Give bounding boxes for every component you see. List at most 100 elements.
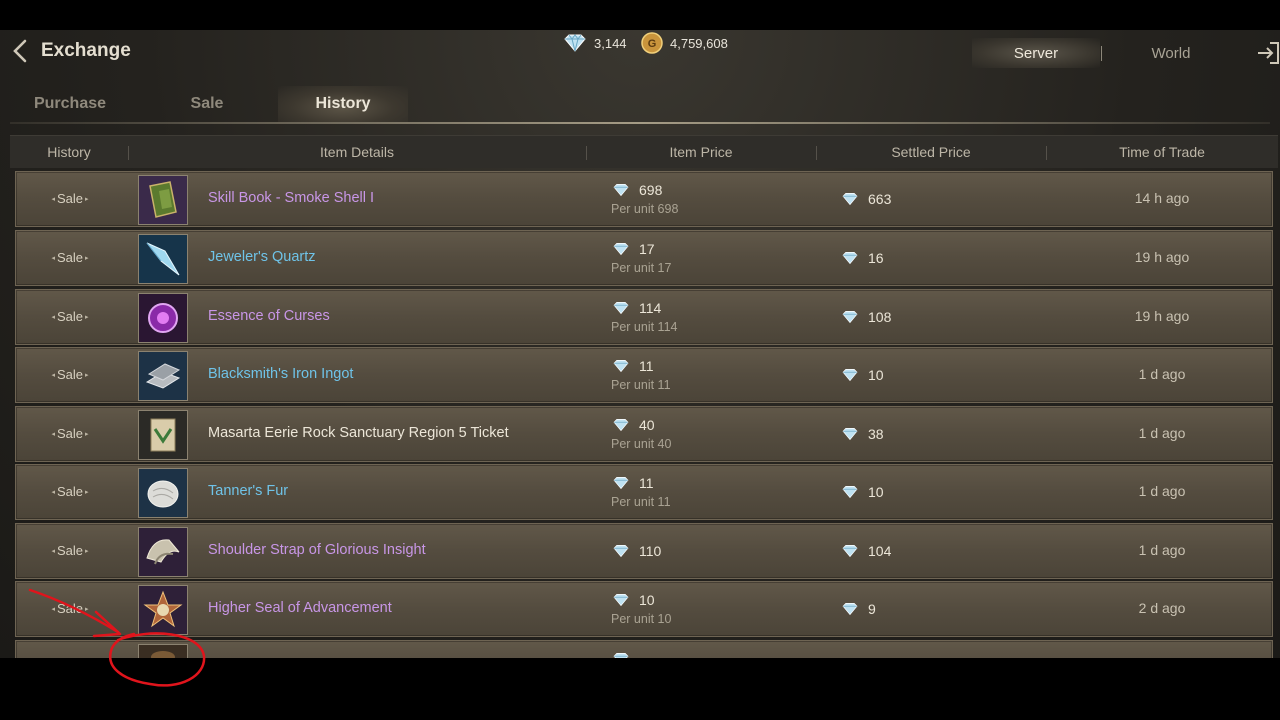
col-settled-price: Settled Price	[891, 144, 971, 160]
quartz-icon[interactable]	[138, 234, 188, 284]
settled-value: 9	[868, 601, 876, 617]
scope-divider	[1101, 46, 1102, 61]
col-time-of-trade: Time of Trade	[1119, 144, 1205, 160]
history-label: Sale	[56, 309, 84, 324]
diamond-icon	[842, 545, 858, 558]
ticket-icon[interactable]	[138, 410, 188, 460]
item-price: 40 Per unit 40	[611, 416, 811, 451]
table-header: History Item Details Item Price Settled …	[10, 135, 1278, 168]
gold-count: 4,759,608	[670, 35, 728, 51]
diamond-icon	[842, 428, 858, 441]
diamond-icon	[842, 603, 858, 616]
essence-orb-icon[interactable]	[138, 293, 188, 343]
per-unit-price: Per unit 17	[611, 261, 672, 275]
gold-balance: G 4,759,608	[640, 32, 728, 54]
settled-value: 38	[868, 426, 884, 442]
item-price: 114 Per unit 114	[611, 299, 811, 334]
chevron-left-icon[interactable]	[10, 38, 32, 64]
item-price: 110	[611, 542, 811, 560]
history-type: ◂ Sale ▸	[51, 601, 89, 616]
history-type: ◂ Sale ▸	[51, 543, 89, 558]
price-value: 698	[639, 182, 663, 198]
trade-time: 14 h ago	[1134, 190, 1190, 206]
settled-value: 10	[868, 367, 884, 383]
history-label: Sale	[56, 367, 84, 382]
settled-price: 104	[840, 542, 891, 560]
seal-icon[interactable]	[138, 585, 188, 635]
per-unit-price: Per unit 10	[611, 612, 672, 626]
item-price: 10 Per unit 10	[611, 591, 811, 626]
settled-value: 10	[868, 484, 884, 500]
history-label: Sale	[56, 601, 84, 616]
diamond-icon	[613, 594, 629, 607]
tab-sale[interactable]: Sale	[160, 86, 254, 122]
trade-time: 1 d ago	[1138, 483, 1186, 499]
table-row[interactable]	[15, 640, 1273, 658]
tab-underline	[10, 122, 1270, 124]
col-history: History	[47, 144, 91, 160]
gold-coin-icon: G	[641, 32, 663, 54]
diamond-icon	[564, 34, 586, 52]
item-price: 11 Per unit 11	[611, 357, 811, 392]
table-row[interactable]: ◂ Sale ▸ Tanner's Fur 11 Per unit 11 10 1 …	[15, 464, 1273, 520]
tab-history[interactable]: History	[278, 86, 408, 122]
item-name[interactable]: Shoulder Strap of Glorious Insight	[208, 542, 426, 558]
item-name[interactable]: Tanner's Fur	[208, 483, 288, 499]
item-name[interactable]: Masarta Eerie Rock Sanctuary Region 5 Ti…	[208, 425, 509, 441]
exit-icon[interactable]	[1256, 40, 1280, 66]
skill-book-icon[interactable]	[138, 175, 188, 225]
shoulder-armor-icon[interactable]	[138, 527, 188, 577]
table-row[interactable]: ◂ Sale ▸ Masarta Eerie Rock Sanctuary Regi…	[15, 406, 1273, 462]
table-row[interactable]: ◂ Sale ▸ Skill Book - Smoke Shell I 698 Pe…	[15, 171, 1273, 227]
diamond-icon	[842, 193, 858, 206]
per-unit-price: Per unit 114	[611, 320, 678, 334]
per-unit-price: Per unit 698	[611, 202, 679, 216]
diamond-icon	[613, 419, 629, 432]
table-row[interactable]: ◂ Sale ▸ Blacksmith's Iron Ingot 11 Per un…	[15, 347, 1273, 403]
price-value: 10	[639, 592, 655, 608]
table-row[interactable]: ◂ Sale ▸ Jeweler's Quartz 17 Per unit 17 1…	[15, 230, 1273, 286]
diamond-icon	[842, 252, 858, 265]
item-price: 11 Per unit 11	[611, 474, 811, 509]
price-value: 110	[639, 543, 662, 559]
history-label: Sale	[56, 484, 84, 499]
table-row[interactable]: ◂ Sale ▸ Essence of Curses 114 Per unit 11…	[15, 289, 1273, 345]
item-name[interactable]: Skill Book - Smoke Shell I	[208, 190, 374, 206]
item-name[interactable]: Blacksmith's Iron Ingot	[208, 366, 353, 382]
iron-ingot-icon[interactable]	[138, 351, 188, 401]
world-toggle[interactable]: World	[1104, 38, 1238, 68]
item-price: 17 Per unit 17	[611, 240, 811, 275]
diamond-icon	[842, 311, 858, 324]
price-value: 40	[639, 417, 655, 433]
exchange-window: Exchange 3,144 G 4,759,608 Server World …	[0, 30, 1280, 658]
trade-time: 1 d ago	[1138, 425, 1186, 441]
item-name[interactable]: Higher Seal of Advancement	[208, 600, 392, 616]
page-title: Exchange	[41, 40, 131, 61]
history-label: Sale	[56, 191, 84, 206]
diamond-icon	[613, 184, 629, 197]
diamond-icon	[613, 477, 629, 490]
partial-item-icon[interactable]	[138, 644, 188, 658]
settled-value: 16	[868, 250, 884, 266]
fur-icon[interactable]	[138, 468, 188, 518]
price-value: 114	[639, 300, 662, 316]
col-item-price: Item Price	[669, 144, 733, 160]
item-price: 698 Per unit 698	[611, 181, 811, 216]
server-toggle[interactable]: Server	[972, 38, 1100, 68]
table-row[interactable]: ◂ Sale ▸ Shoulder Strap of Glorious Insigh…	[15, 523, 1273, 579]
item-name[interactable]: Jeweler's Quartz	[208, 249, 316, 265]
price-value: 17	[639, 241, 655, 257]
diamond-icon	[842, 486, 858, 499]
history-type: ◂ Sale ▸	[51, 191, 89, 206]
settled-price: 9	[840, 600, 876, 618]
diamond-icon	[613, 360, 629, 373]
per-unit-price: Per unit 11	[611, 378, 671, 392]
diamond-icon	[613, 653, 629, 658]
history-type: ◂ Sale ▸	[51, 484, 89, 499]
tab-purchase[interactable]: Purchase	[18, 86, 122, 122]
settled-value: 104	[868, 543, 892, 559]
item-name[interactable]: Essence of Curses	[208, 308, 330, 324]
table-row[interactable]: ◂ Sale ▸ Higher Seal of Advancement 10 Per…	[15, 581, 1273, 637]
item-price	[611, 650, 811, 658]
settled-price: 16	[840, 249, 884, 267]
